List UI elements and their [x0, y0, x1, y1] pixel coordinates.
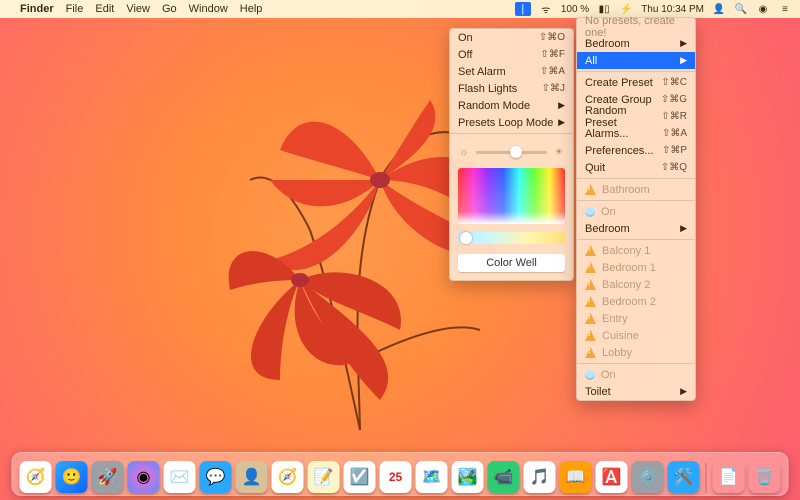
dock-finder[interactable]: 🙂: [56, 461, 88, 493]
room-bathroom[interactable]: Bathroom: [577, 181, 695, 198]
dock-launchpad[interactable]: 🚀: [92, 461, 124, 493]
no-presets-label: No presets, create one!: [577, 18, 695, 35]
bulb-icon: [585, 370, 595, 380]
menubar-app-icon[interactable]: ❘: [515, 2, 531, 16]
dock-siri[interactable]: ◉: [128, 461, 160, 493]
menu-go[interactable]: Go: [162, 3, 177, 15]
temperature-slider[interactable]: [458, 232, 565, 244]
dock-trash[interactable]: 🗑️: [749, 461, 781, 493]
menu-item-random-mode[interactable]: Random Mode▶: [450, 97, 573, 114]
room-bedroom[interactable]: Bedroom▶: [577, 220, 695, 237]
menu-item-set-alarm[interactable]: Set Alarm⇧⌘A: [450, 63, 573, 80]
dock-messages[interactable]: 💬: [200, 461, 232, 493]
menu-item-presets-loop-mode[interactable]: Presets Loop Mode▶: [450, 114, 573, 131]
on-row-2[interactable]: On: [577, 366, 695, 383]
warning-icon: [585, 279, 596, 290]
dock-xcode[interactable]: 🛠️: [668, 461, 700, 493]
room-balcony-1[interactable]: Balcony 1: [577, 242, 695, 259]
room-toilet[interactable]: Toilet▶: [577, 383, 695, 400]
dock-downloads[interactable]: 📄: [713, 461, 745, 493]
dock-safari2[interactable]: 🧭: [272, 461, 304, 493]
menu-view[interactable]: View: [126, 3, 150, 15]
wifi-icon[interactable]: ᯤ: [539, 2, 553, 16]
dock-safari[interactable]: 🧭: [20, 461, 52, 493]
siri-icon[interactable]: ◉: [756, 2, 770, 16]
dock-reminders[interactable]: ☑️: [344, 461, 376, 493]
dock-photos[interactable]: 🏞️: [452, 461, 484, 493]
dock: 🧭🙂🚀◉✉️💬👤🧭📝☑️25🗺️🏞️📹🎵📖🅰️⚙️🛠️ 📄🗑️: [12, 452, 789, 496]
menubar-dropdown: No presets, create one! Bedroom▶All▶ Cre…: [576, 17, 696, 401]
menu-edit[interactable]: Edit: [95, 3, 114, 15]
battery-percent: 100 %: [561, 4, 589, 15]
cmd-create-preset[interactable]: Create Preset⇧⌘C: [577, 74, 695, 91]
app-name[interactable]: Finder: [20, 3, 54, 15]
warning-icon: [585, 262, 596, 273]
warning-icon: [585, 330, 596, 341]
cmd-preferences-[interactable]: Preferences...⇧⌘P: [577, 142, 695, 159]
brightness-low-icon: ☼: [458, 146, 470, 158]
brightness-high-icon: ☀: [553, 146, 565, 158]
dock-preferences[interactable]: ⚙️: [632, 461, 664, 493]
room-bedroom-1[interactable]: Bedroom 1: [577, 259, 695, 276]
dock-separator: [706, 463, 707, 493]
menu-help[interactable]: Help: [240, 3, 263, 15]
notification-icon[interactable]: ≡: [778, 2, 792, 16]
color-picker[interactable]: [458, 168, 565, 224]
bulb-icon: [585, 207, 595, 217]
desktop: Finder File Edit View Go Window Help ❘ ᯤ…: [0, 0, 800, 500]
brightness-slider[interactable]: [476, 151, 547, 154]
color-well-button[interactable]: Color Well: [458, 254, 565, 272]
clock[interactable]: Thu 10:34 PM: [641, 4, 704, 15]
light-control-panel: On⇧⌘OOff⇧⌘FSet Alarm⇧⌘AFlash Lights⇧⌘JRa…: [449, 28, 574, 281]
room-entry[interactable]: Entry: [577, 310, 695, 327]
room-bedroom-2[interactable]: Bedroom 2: [577, 293, 695, 310]
dock-itunes[interactable]: 🎵: [524, 461, 556, 493]
warning-icon: [585, 347, 596, 358]
room-lobby[interactable]: Lobby: [577, 344, 695, 361]
warning-icon: [585, 296, 596, 307]
search-icon[interactable]: 🔍: [734, 2, 748, 16]
menu-item-on[interactable]: On⇧⌘O: [450, 29, 573, 46]
preset-bedroom[interactable]: Bedroom▶: [577, 35, 695, 52]
menu-item-flash-lights[interactable]: Flash Lights⇧⌘J: [450, 80, 573, 97]
dock-ibooks[interactable]: 📖: [560, 461, 592, 493]
menu-file[interactable]: File: [66, 3, 84, 15]
warning-icon: [585, 245, 596, 256]
dock-maps[interactable]: 🗺️: [416, 461, 448, 493]
dock-mail[interactable]: ✉️: [164, 461, 196, 493]
cmd-quit[interactable]: Quit⇧⌘Q: [577, 159, 695, 176]
room-balcony-2[interactable]: Balcony 2: [577, 276, 695, 293]
dock-facetime[interactable]: 📹: [488, 461, 520, 493]
dock-appstore[interactable]: 🅰️: [596, 461, 628, 493]
menu-window[interactable]: Window: [189, 3, 228, 15]
on-row[interactable]: On: [577, 203, 695, 220]
dock-contacts[interactable]: 👤: [236, 461, 268, 493]
menu-item-off[interactable]: Off⇧⌘F: [450, 46, 573, 63]
spotlight-icon[interactable]: 👤: [712, 2, 726, 16]
cmd-random-preset[interactable]: Random Preset⇧⌘R: [577, 108, 695, 125]
warning-icon: [585, 313, 596, 324]
warning-icon: [585, 184, 596, 195]
cmd-alarms-[interactable]: Alarms...⇧⌘A: [577, 125, 695, 142]
room-cuisine[interactable]: Cuisine: [577, 327, 695, 344]
dock-calendar[interactable]: 25: [380, 461, 412, 493]
preset-all[interactable]: All▶: [577, 52, 695, 69]
dock-notes[interactable]: 📝: [308, 461, 340, 493]
